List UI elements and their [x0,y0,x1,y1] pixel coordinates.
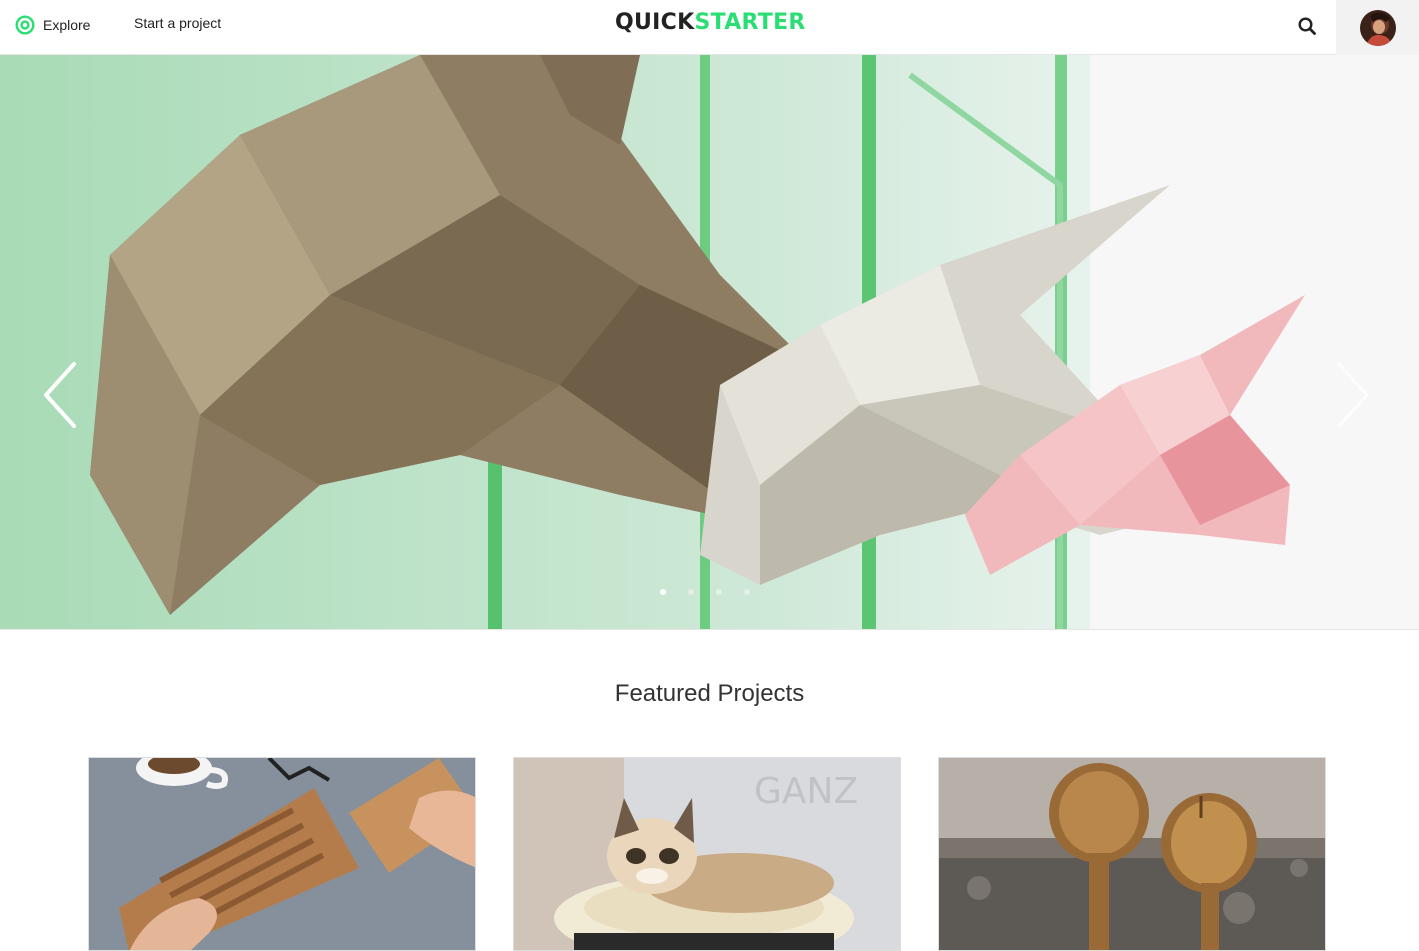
search-button[interactable] [1295,14,1319,38]
search-icon [1298,17,1316,35]
wooden-keyboard-photo [89,758,475,950]
grumpy-cat-photo: GANZ [514,758,900,950]
top-navigation-bar: Explore Start a project QUICKSTARTER [0,0,1419,55]
carousel-dot-3[interactable] [716,589,722,595]
carousel-next-button[interactable] [1333,360,1373,430]
chevron-left-icon [44,362,76,428]
user-menu-button[interactable] [1336,0,1419,55]
carousel-pagination [660,589,750,599]
wooden-spoons-photo [939,758,1325,950]
avatar [1359,9,1396,46]
explore-link[interactable]: Explore [15,13,90,37]
explore-label: Explore [43,17,91,33]
svg-text:GANZ: GANZ [754,771,858,812]
chevron-right-icon [1337,362,1369,428]
section-divider [0,629,1419,630]
quickstarter-logo[interactable]: QUICKSTARTER [615,10,806,35]
featured-project-card-spoons[interactable] [938,757,1326,951]
hero-slide-image [0,55,1419,629]
carousel-dot-4[interactable] [744,589,750,595]
carousel-prev-button[interactable] [40,360,80,430]
compass-icon [15,15,35,35]
featured-projects-heading: Featured Projects [614,680,805,707]
carousel-dot-2[interactable] [688,589,694,595]
start-project-link[interactable]: Start a project [134,15,221,31]
logo-text-starter: STARTER [694,10,806,35]
hero-carousel [0,55,1419,629]
featured-project-card-cat[interactable]: GANZ [513,757,901,951]
logo-text-quick: QUICK [615,10,695,35]
featured-project-card-keyboard[interactable] [88,757,476,951]
carousel-dot-1[interactable] [660,589,666,595]
